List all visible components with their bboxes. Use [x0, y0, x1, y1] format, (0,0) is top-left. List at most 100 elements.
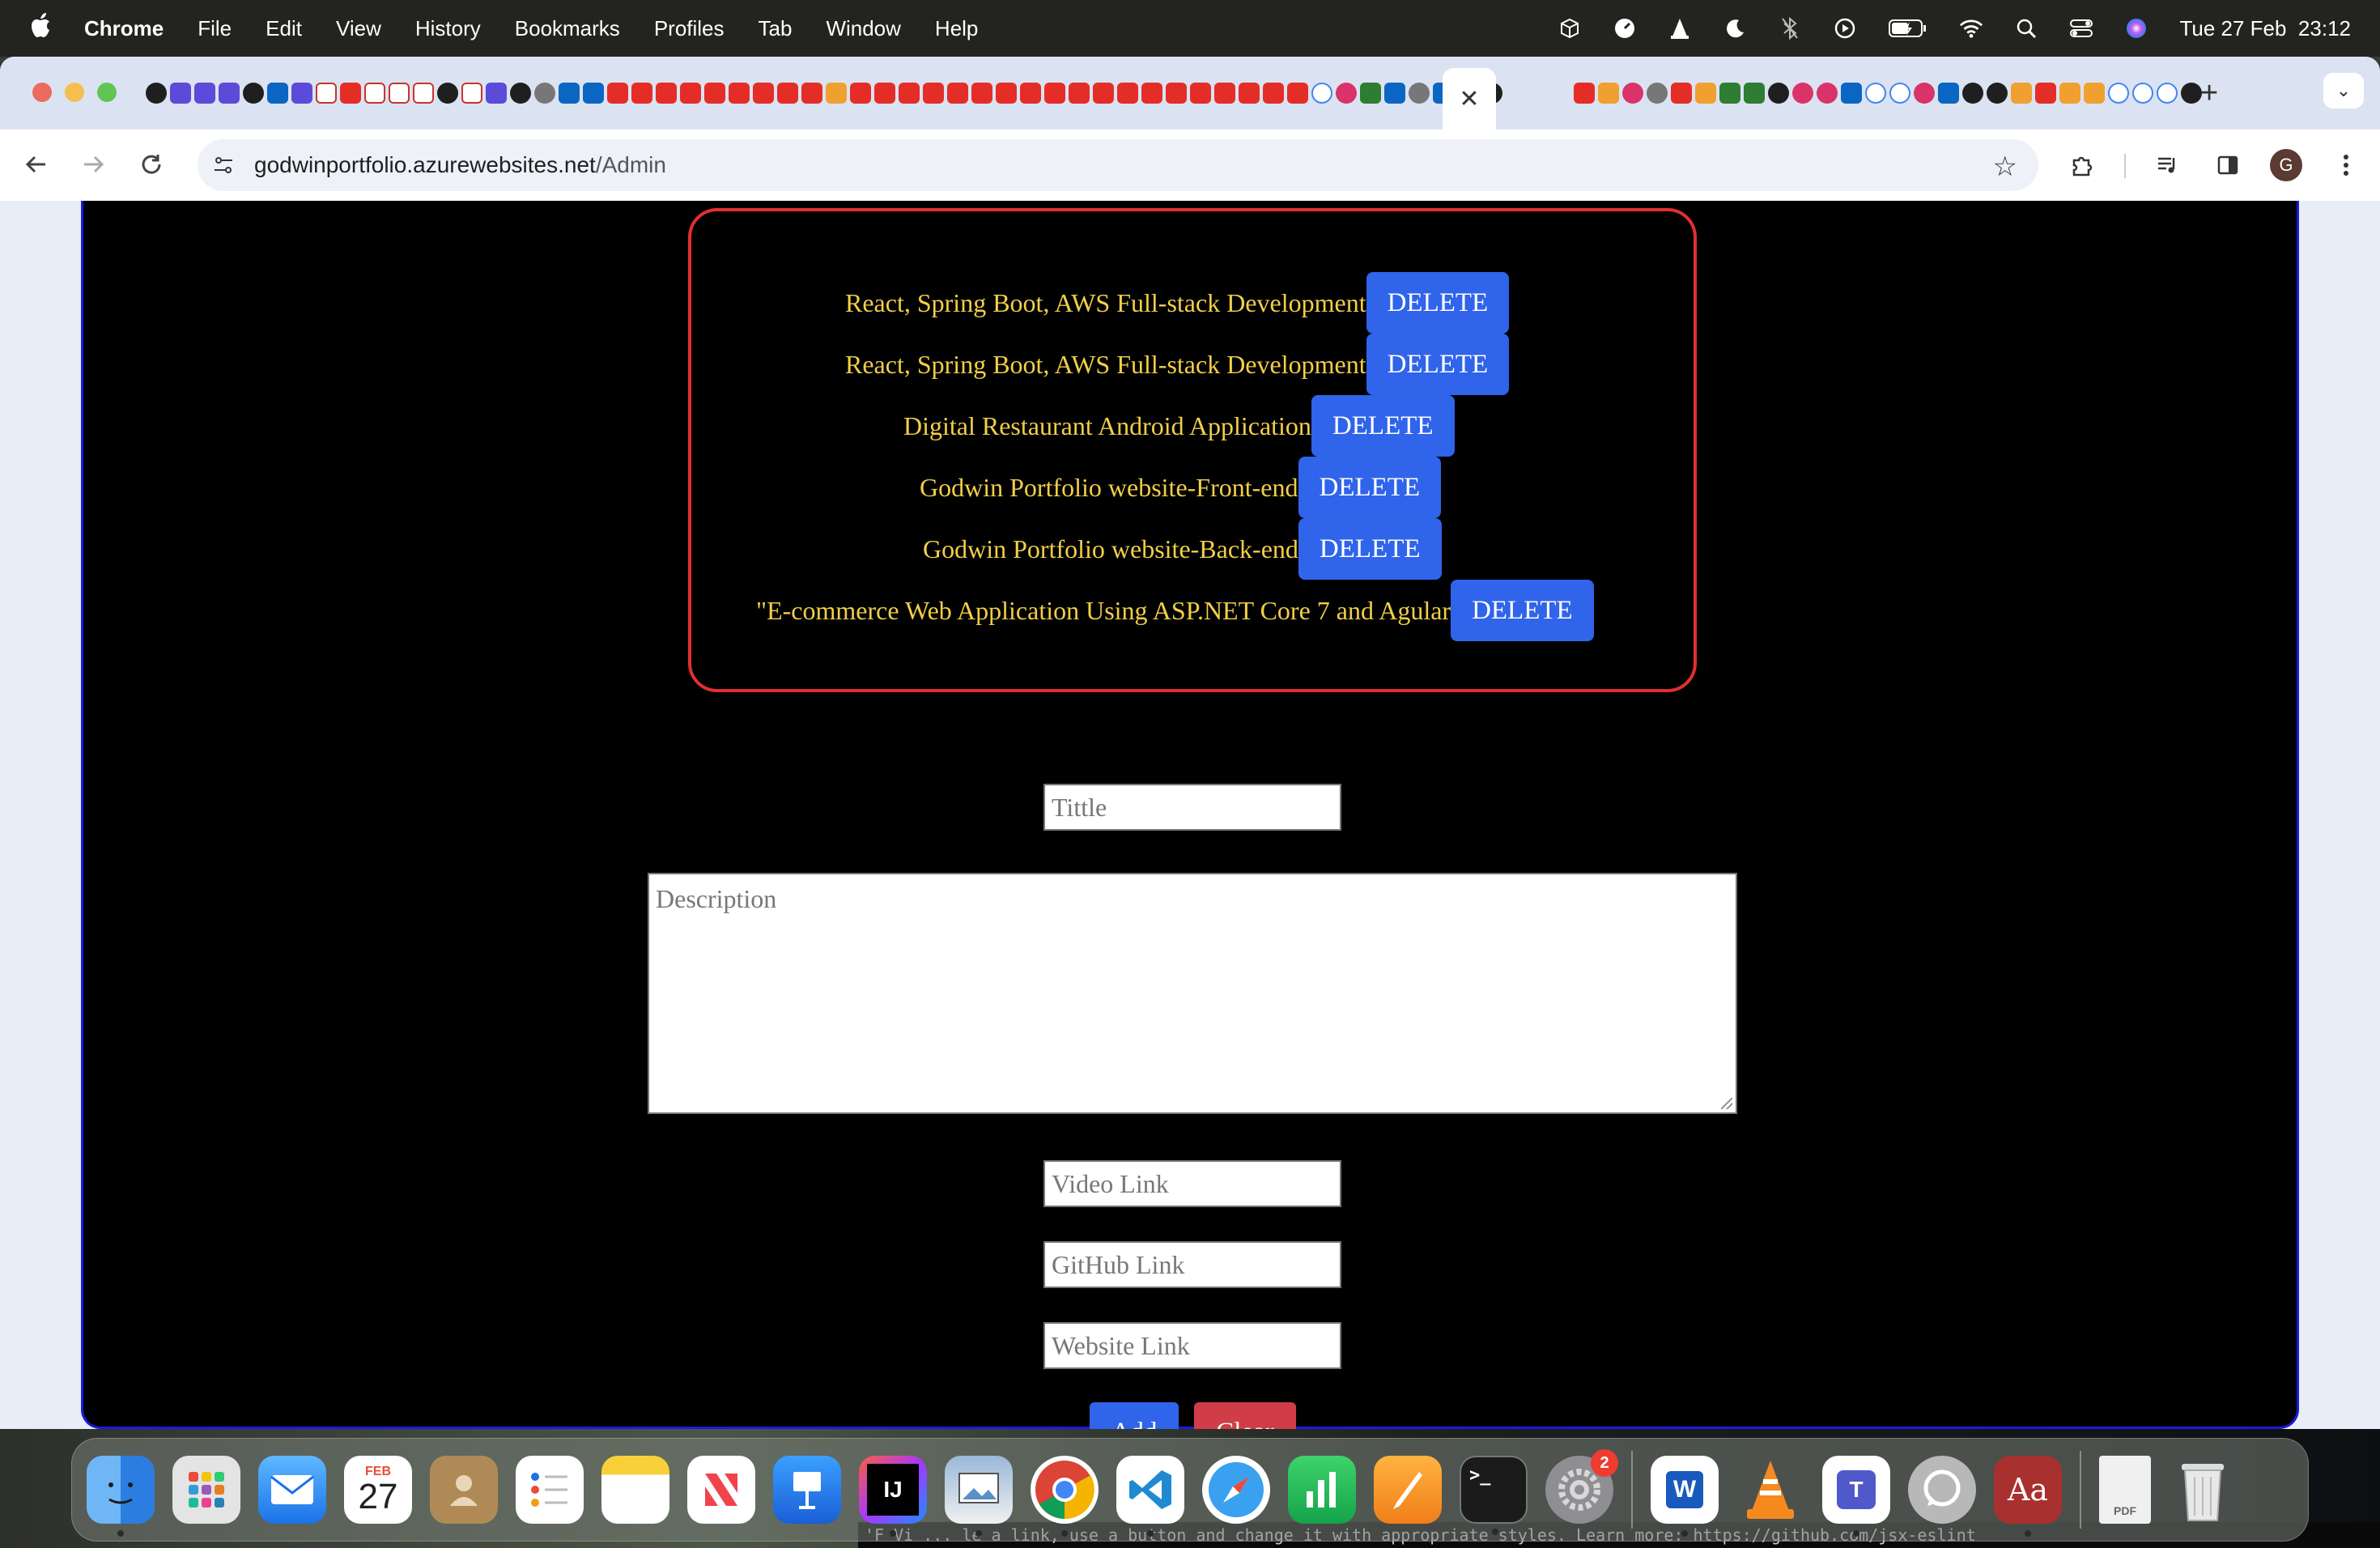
close-tab-icon[interactable]: ✕	[1459, 85, 1479, 113]
tab-favicon-youtube-icon[interactable]	[1069, 83, 1090, 104]
tab-favicon-youtube-icon[interactable]	[1239, 83, 1260, 104]
tab-favicon-icon[interactable]	[534, 83, 555, 104]
tab-favicon-icon[interactable]	[1792, 83, 1813, 104]
tab-favicon-youtube-icon[interactable]	[923, 83, 944, 104]
resize-handle-icon[interactable]	[1721, 1098, 1732, 1109]
terminal-icon[interactable]: >_	[1460, 1456, 1528, 1535]
whatsapp-icon[interactable]	[1908, 1456, 1976, 1524]
tab-favicon-icon[interactable]	[2011, 83, 2032, 104]
site-info-icon[interactable]	[207, 149, 240, 181]
tab-favicon-s-icon[interactable]	[194, 83, 215, 104]
moon-icon[interactable]	[1723, 16, 1747, 40]
tab-favicon-icon[interactable]	[170, 83, 191, 104]
tab-favicon-linkedin-icon[interactable]	[267, 83, 288, 104]
tab-favicon-gmail-icon[interactable]	[413, 83, 434, 104]
tab-favicon-icon[interactable]	[291, 83, 312, 104]
reminders-icon[interactable]	[516, 1456, 584, 1524]
launchpad-icon[interactable]	[172, 1456, 240, 1524]
tab-favicon-icon[interactable]	[1598, 83, 1619, 104]
wifi-icon[interactable]	[1959, 16, 1983, 40]
chrome-icon[interactable]	[1031, 1456, 1099, 1537]
cube-icon[interactable]	[1558, 16, 1582, 40]
tab-favicon-icon[interactable]	[1914, 83, 1935, 104]
tab-favicon-youtube-icon[interactable]	[1044, 83, 1065, 104]
tab-favicon-github-icon[interactable]	[243, 83, 264, 104]
bluetooth-icon[interactable]	[1778, 16, 1802, 40]
tab-favicon-github-icon[interactable]	[146, 83, 167, 104]
side-panel-icon[interactable]	[2210, 147, 2246, 183]
github-link-field[interactable]: GitHub Link	[1043, 1241, 1341, 1288]
keynote-icon[interactable]	[773, 1456, 841, 1524]
tab-favicon-google-icon[interactable]	[2157, 83, 2178, 104]
tab-favicon-icon[interactable]	[1817, 83, 1838, 104]
menu-history[interactable]: History	[415, 16, 481, 41]
tab-favicon-youtube-icon[interactable]	[729, 83, 750, 104]
reload-icon[interactable]	[131, 144, 172, 185]
tab-favicon-github-icon[interactable]	[437, 83, 458, 104]
tab-favicon-youtube-icon[interactable]	[1287, 83, 1308, 104]
vscode-icon[interactable]	[1116, 1456, 1184, 1537]
tab-favicon-youtube-icon[interactable]	[753, 83, 774, 104]
forward-arrow-icon[interactable]	[73, 144, 113, 185]
control-center-icon[interactable]	[2069, 16, 2093, 40]
tab-favicon-github-icon[interactable]	[1987, 83, 2008, 104]
close-window-button[interactable]	[32, 83, 52, 102]
tab-favicon-youtube-icon[interactable]	[777, 83, 798, 104]
tab-favicon-linkedin-icon[interactable]	[1841, 83, 1862, 104]
tab-favicon-youtube-icon[interactable]	[1574, 83, 1595, 104]
website-link-field[interactable]: Website Link	[1043, 1322, 1341, 1369]
tab-favicon-youtube-icon[interactable]	[850, 83, 871, 104]
tab-favicon-youtube-icon[interactable]	[996, 83, 1017, 104]
tab-favicon-github-icon[interactable]	[1768, 83, 1789, 104]
active-tab[interactable]: ✕	[1443, 68, 1496, 130]
battery-icon[interactable]	[1888, 16, 1928, 40]
chrome-menu-kebab-icon[interactable]	[2328, 147, 2364, 183]
description-field[interactable]: Description	[648, 873, 1737, 1114]
tab-favicon-icon[interactable]	[1384, 83, 1405, 104]
tab-favicon-icon[interactable]	[510, 83, 531, 104]
preview-icon[interactable]	[945, 1456, 1013, 1537]
extensions-puzzle-icon[interactable]	[2064, 147, 2100, 183]
numbers-icon[interactable]	[1288, 1456, 1356, 1524]
tab-favicon-icon[interactable]	[1311, 83, 1332, 104]
tab-favicon-youtube-icon[interactable]	[1166, 83, 1187, 104]
tab-favicon-youtube-icon[interactable]	[607, 83, 628, 104]
tab-favicon-icon[interactable]	[1336, 83, 1357, 104]
calendar-icon[interactable]: FEB 27	[344, 1456, 412, 1524]
tab-favicon-icon[interactable]	[1622, 83, 1643, 104]
mail-icon[interactable]	[258, 1456, 326, 1524]
tab-favicon-icon[interactable]	[486, 83, 507, 104]
tab-favicon-cv-icon[interactable]	[826, 83, 847, 104]
apple-menu-icon[interactable]	[31, 12, 55, 45]
tab-favicon-facebook-icon[interactable]	[1938, 83, 1959, 104]
tab-favicon-medium-icon[interactable]	[1962, 83, 1983, 104]
intellij-idea-icon[interactable]: IJ	[859, 1456, 927, 1537]
add-button[interactable]: Add	[1090, 1402, 1179, 1429]
microsoft-teams-icon[interactable]: T	[1822, 1456, 1890, 1537]
menubar-clock[interactable]: Tue 27 Feb 23:12	[2179, 16, 2351, 41]
dictionary-icon[interactable]: Aa	[1994, 1456, 2062, 1537]
tab-favicon-icon[interactable]	[219, 83, 240, 104]
menu-view[interactable]: View	[336, 16, 381, 41]
tab-favicon-youtube-icon[interactable]	[1117, 83, 1138, 104]
tab-favicon-youtube-icon[interactable]	[1190, 83, 1211, 104]
tab-favicon-icon[interactable]	[1409, 83, 1430, 104]
tab-favicon-gmail-icon[interactable]	[389, 83, 410, 104]
tab-favicon-youtube-icon[interactable]	[947, 83, 968, 104]
tab-favicon-icon[interactable]	[340, 83, 361, 104]
tab-favicon-youtube-icon[interactable]	[1263, 83, 1284, 104]
tab-favicon-youtube-icon[interactable]	[656, 83, 677, 104]
back-arrow-icon[interactable]	[16, 144, 57, 185]
tab-favicon-github-icon[interactable]	[2181, 83, 2202, 104]
tab-search-dropdown[interactable]: ⌄	[2323, 73, 2364, 108]
tab-favicon-icon[interactable]	[583, 83, 604, 104]
play-icon[interactable]	[1833, 16, 1857, 40]
tab-favicon-icon[interactable]	[1744, 83, 1765, 104]
tab-favicon-youtube-icon[interactable]	[631, 83, 652, 104]
video-link-field[interactable]: Video Link	[1043, 1160, 1341, 1207]
news-icon[interactable]	[687, 1456, 755, 1524]
url-text[interactable]: godwinportfolio.azurewebsites.net/Admin	[254, 152, 666, 178]
finder-icon[interactable]	[87, 1456, 155, 1537]
tab-favicon-google-icon[interactable]	[1889, 83, 1910, 104]
tab-favicon-youtube-icon[interactable]	[1093, 83, 1114, 104]
